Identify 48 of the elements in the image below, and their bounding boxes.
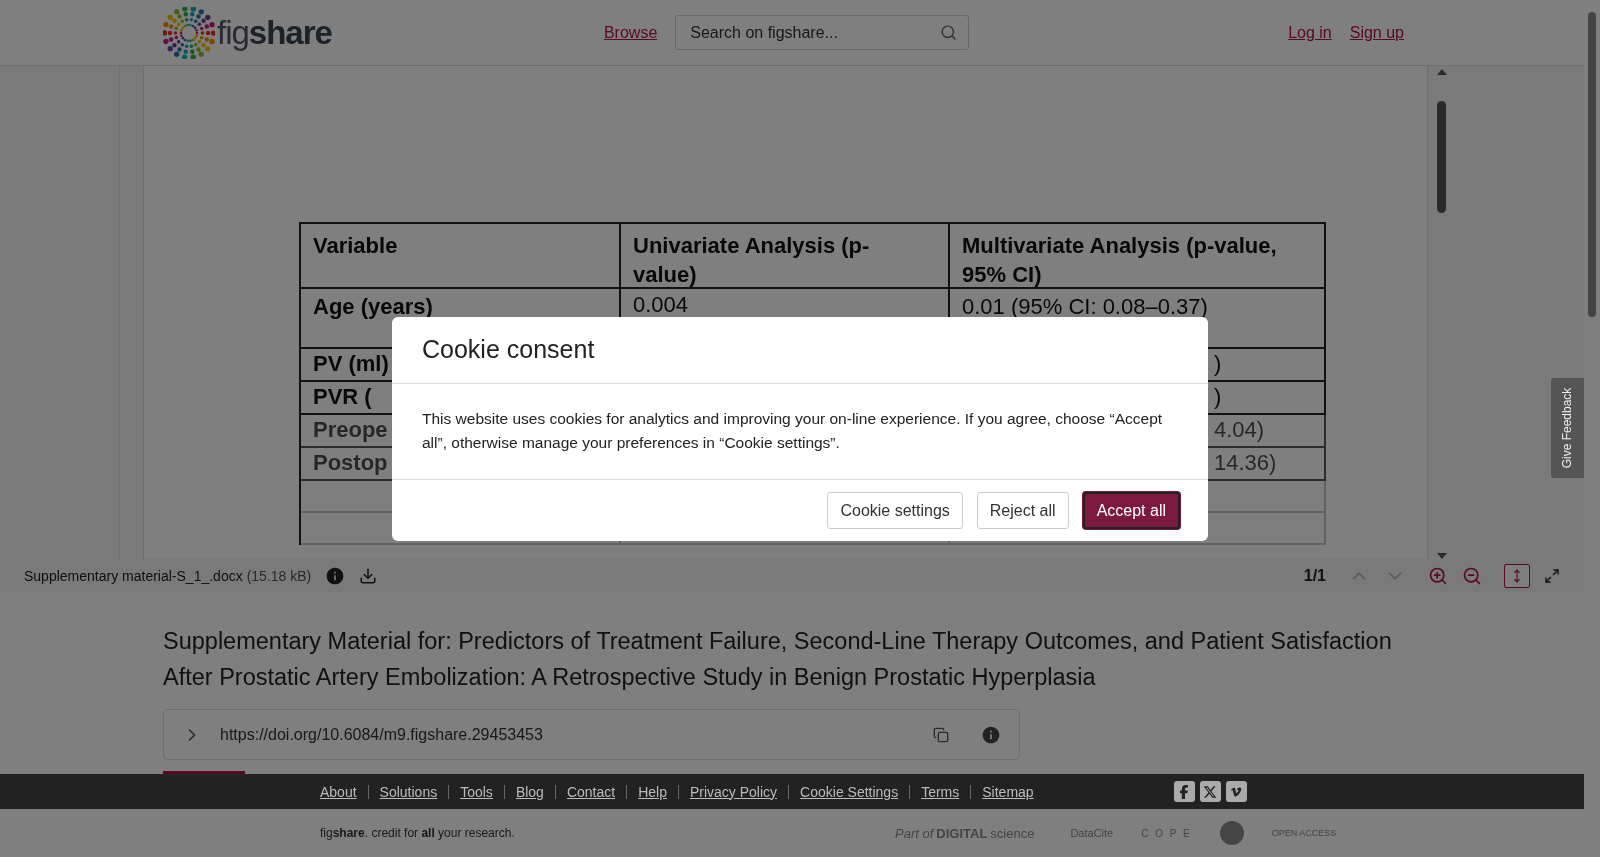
footer-link[interactable]: Blog [515, 783, 544, 800]
footer-link[interactable]: Tools [460, 783, 493, 800]
info-icon[interactable] [325, 565, 346, 586]
doi-link[interactable]: https://doi.org/10.6084/m9.figshare.29453453 [220, 725, 915, 744]
logo-text[interactable]: figshare [217, 13, 332, 52]
badge-icon [1219, 821, 1244, 845]
search-field[interactable]: Search on figshare... [675, 15, 970, 50]
digital-science-logo: Part of DIGITALscience [895, 825, 1035, 841]
info-icon[interactable] [981, 724, 1001, 745]
page-scrollbar[interactable] [1584, 0, 1600, 857]
cookie-button[interactable]: Reject all [976, 492, 1069, 529]
item-title: Supplementary Material for: Predictors of Treatment Failure, Second-Line Therapy Outcomes, and Patient Satisfaction After Prostatic Artery Embolization: A Retrospective Study in Benign Prostatic Hyperplasia [163, 627, 1393, 692]
footer-link[interactable]: Terms [921, 783, 960, 800]
download-icon[interactable] [359, 566, 378, 585]
tagline: figshare. credit for all your research. [320, 826, 516, 840]
footer-link[interactable]: Contact [566, 783, 616, 800]
datacite-logo: DataCite [1070, 827, 1114, 839]
auth-link[interactable]: Log in [1288, 23, 1332, 42]
footer-link[interactable]: Privacy Policy [689, 783, 778, 800]
browse-link[interactable]: Browse [603, 23, 658, 42]
cookie-button[interactable]: Cookie settings [827, 492, 963, 529]
cope-logo: C O P E [1141, 827, 1192, 839]
accept-button[interactable]: Accept all [1082, 492, 1180, 529]
fullscreen-icon[interactable] [1544, 567, 1560, 584]
facebook-icon[interactable] [1173, 781, 1195, 802]
x-icon[interactable] [1199, 781, 1221, 802]
table-header-cell: Variable [301, 224, 621, 289]
search-icon[interactable] [940, 24, 958, 41]
auth-link[interactable]: Sign up [1349, 23, 1404, 42]
file-size: (15.18 kB) [246, 567, 312, 584]
footer-link[interactable]: Cookie Settings [800, 783, 899, 800]
footer-link[interactable]: Help [638, 783, 667, 800]
page-counter: 1/1 [1303, 566, 1326, 585]
footer-link[interactable]: Sitemap [982, 783, 1034, 800]
zoom-in-icon[interactable] [1428, 565, 1448, 586]
dialog-message: This website uses cookies for analytics and improving your on-line experience. If you agree, choose “Accept all”, otherwise manage your preferences in “Cookie settings”. [392, 384, 1208, 480]
logo-icon [163, 6, 215, 59]
table-header-cell: Univariate Analysis (p-value) [621, 224, 950, 289]
zoom-out-icon[interactable] [1462, 565, 1482, 586]
fit-height-button[interactable] [1504, 563, 1530, 588]
table-header-cell: Multivariate Analysis (p-value, 95% CI) [950, 224, 1326, 289]
footer-link[interactable]: About [320, 783, 357, 800]
dialog-title: Cookie consent [392, 317, 1208, 384]
file-name: Supplementary material-S_1_.docx [24, 567, 243, 584]
footer-link[interactable]: Solutions [379, 783, 438, 800]
copy-icon[interactable] [933, 726, 949, 743]
vimeo-icon[interactable] [1225, 781, 1247, 802]
feedback-tab[interactable]: Give Feedback [1551, 378, 1584, 478]
